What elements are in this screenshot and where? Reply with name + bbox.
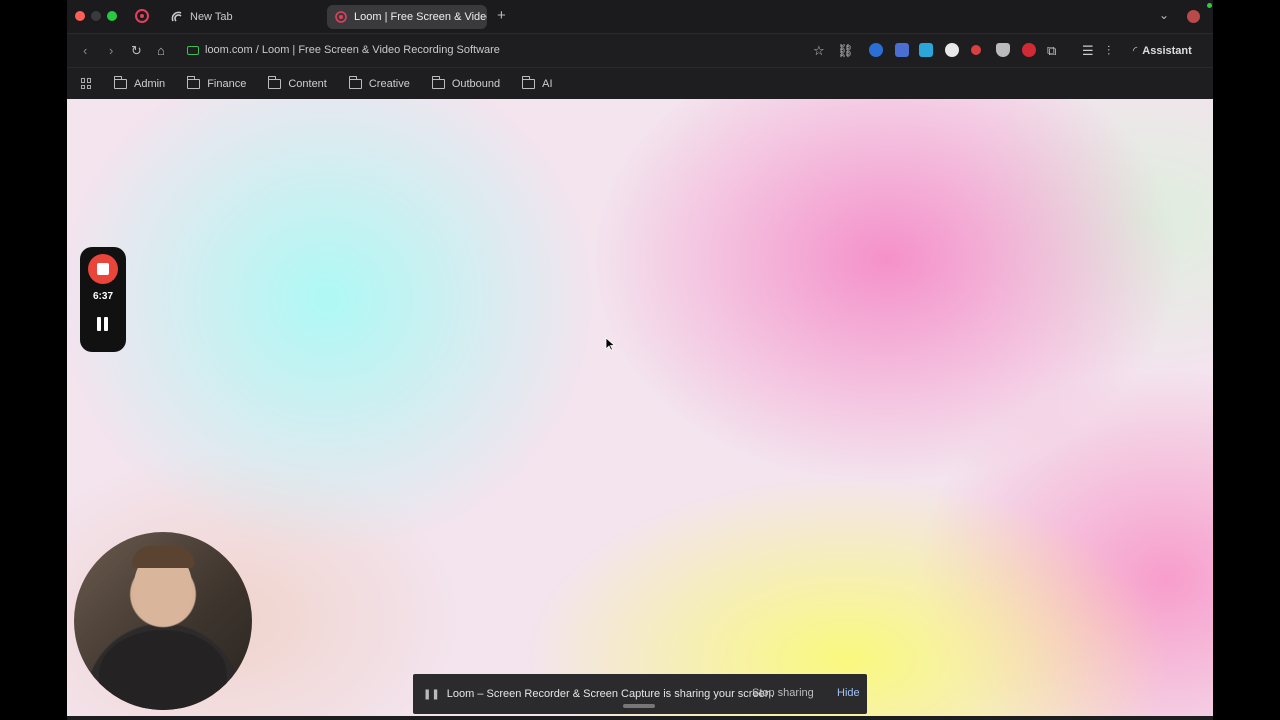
- bookmark-folder-content[interactable]: Content: [268, 75, 327, 90]
- tab-loom[interactable]: Loom | Free Screen & Video: [327, 5, 487, 29]
- address-bar: ‹ › ↻ ⌂ loom.com / Loom | Free Screen & …: [67, 33, 1213, 67]
- screen: { "tabs": { "new_tab_label": "New Tab", …: [0, 0, 1280, 720]
- bookmark-label: Finance: [207, 77, 247, 90]
- mouse-cursor-icon: [605, 337, 615, 351]
- menu-lines-icon[interactable]: ☰: [1082, 43, 1094, 59]
- bookmark-label: AI: [542, 77, 553, 90]
- home-icon[interactable]: ⌂: [157, 43, 165, 58]
- stop-recording-button[interactable]: [88, 254, 118, 284]
- stop-sharing-button[interactable]: Stop sharing: [752, 687, 814, 699]
- tab-bar: New Tab Loom | Free Screen & Video + ⌄: [67, 0, 1213, 33]
- folder-icon: [268, 75, 282, 89]
- tab-list-chevron-icon[interactable]: ⌄: [1159, 8, 1169, 22]
- bookmark-star-icon[interactable]: ☆: [813, 43, 825, 59]
- recording-timer: 6:37: [92, 291, 113, 302]
- back-icon[interactable]: ‹: [83, 43, 87, 58]
- webcam-person-body: [99, 630, 227, 710]
- bookmark-folder-outbound[interactable]: Outbound: [431, 75, 501, 90]
- loom-recording-controls: 6:37: [80, 247, 126, 352]
- tab-label: Loom | Free Screen & Video: [354, 11, 487, 23]
- minimize-window-button[interactable]: [91, 11, 101, 21]
- extension-play-icon[interactable]: [919, 43, 933, 57]
- webcam-person-hair: [132, 546, 194, 568]
- maximize-window-button[interactable]: [107, 11, 117, 21]
- bookmark-folder-finance[interactable]: Finance: [187, 75, 247, 90]
- screen-share-banner: ❚❚ Loom – Screen Recorder & Screen Captu…: [413, 674, 867, 714]
- new-tab-plus-icon[interactable]: +: [497, 7, 506, 24]
- extension-burst-icon[interactable]: [971, 45, 981, 55]
- drag-handle[interactable]: [623, 704, 655, 708]
- folder-icon: [114, 75, 127, 89]
- bookmark-label: Content: [288, 77, 327, 90]
- bookmark-label: Admin: [134, 77, 166, 90]
- extension-pokeball-icon[interactable]: [945, 43, 959, 57]
- share-message: Loom – Screen Recorder & Screen Capture …: [446, 688, 774, 700]
- loom-favicon-icon: [335, 11, 347, 23]
- extension-badge-icon[interactable]: [895, 43, 909, 57]
- webcam-bubble[interactable]: [74, 532, 252, 710]
- new-tab-icon: [171, 11, 182, 22]
- url-text: loom.com / Loom | Free Screen & Video Re…: [205, 44, 500, 56]
- pause-icon: ❚❚: [423, 688, 440, 700]
- tab-label: New Tab: [190, 11, 233, 23]
- bookmark-folder-admin[interactable]: Admin: [114, 75, 166, 90]
- bookmark-folder-ai[interactable]: AI: [522, 75, 553, 90]
- tab-new-tab[interactable]: New Tab: [163, 5, 313, 29]
- pinned-tab-loom-icon[interactable]: [135, 9, 149, 23]
- bookmarks-bar: Admin Finance Content Creative Outbound …: [67, 67, 1213, 99]
- link-icon[interactable]: ⛓: [837, 43, 854, 59]
- bookmark-label: Creative: [368, 77, 410, 90]
- assistant-icon: ◜: [1133, 45, 1138, 57]
- audio-wave-icon[interactable]: ⫶: [1107, 43, 1110, 59]
- assistant-button[interactable]: ◜ Assistant: [1133, 44, 1192, 58]
- profile-avatar[interactable]: [1187, 10, 1200, 23]
- folder-icon: [348, 75, 362, 89]
- extensions-puzzle-icon[interactable]: ⧉: [1047, 43, 1056, 59]
- close-window-button[interactable]: [75, 11, 85, 21]
- reload-icon[interactable]: ↻: [131, 43, 142, 59]
- extension-shield-icon[interactable]: [996, 43, 1010, 57]
- assistant-label: Assistant: [1142, 44, 1192, 57]
- url-field[interactable]: loom.com / Loom | Free Screen & Video Re…: [187, 44, 500, 56]
- apps-grid-icon[interactable]: [81, 78, 92, 89]
- folder-icon: [522, 75, 536, 89]
- extension-red-icon[interactable]: [1022, 43, 1036, 57]
- extension-blue-icon[interactable]: [869, 43, 883, 57]
- bookmark-label: Outbound: [451, 77, 501, 90]
- status-dot: [1207, 3, 1212, 8]
- bookmark-folder-creative[interactable]: Creative: [348, 75, 410, 90]
- folder-icon: [431, 75, 445, 89]
- pause-recording-button[interactable]: [96, 317, 110, 331]
- forward-icon[interactable]: ›: [109, 43, 113, 58]
- hide-button[interactable]: Hide: [837, 687, 860, 699]
- camera-indicator-icon: [187, 45, 199, 55]
- folder-icon: [187, 75, 201, 89]
